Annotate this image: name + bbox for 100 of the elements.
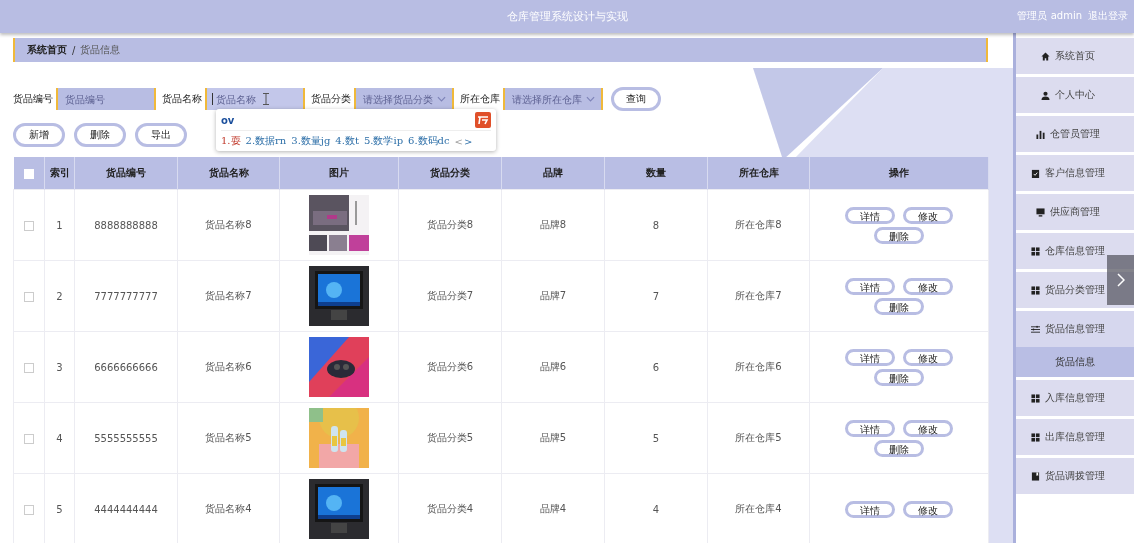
grid-icon xyxy=(1031,393,1040,403)
bars-icon xyxy=(1036,129,1045,139)
table-cell: 1 xyxy=(44,189,75,261)
ime-candidate[interactable]: 4.数t xyxy=(335,134,359,148)
user-icon xyxy=(1041,90,1050,100)
sidebar-item[interactable]: 货品信息管理 xyxy=(1016,311,1134,347)
home-icon xyxy=(1041,51,1050,61)
column-header: 品牌 xyxy=(501,157,605,190)
book-icon xyxy=(1031,471,1040,481)
row-action-button[interactable]: 修改 xyxy=(903,500,953,518)
breadcrumb-link[interactable]: 系统首页 xyxy=(27,43,67,57)
table-cell: 品牌7 xyxy=(501,260,605,332)
ime-candidate[interactable]: 1.耍 xyxy=(221,134,241,148)
input-field[interactable]: 货品编号 xyxy=(56,88,156,110)
table-cell: 8888888888 xyxy=(74,189,178,261)
row-action-button[interactable]: 详情 xyxy=(845,500,895,518)
table-cell: 品牌5 xyxy=(501,402,605,474)
table-cell: 货品分类6 xyxy=(398,331,502,403)
row-action-button[interactable]: 详情 xyxy=(845,419,895,437)
ime-candidate[interactable]: 6.数码dc xyxy=(408,134,450,148)
sidebar-item[interactable]: 供应商管理 xyxy=(1016,194,1134,230)
field-label: 货品名称 xyxy=(162,92,202,106)
row-checkbox[interactable] xyxy=(24,291,34,302)
chevron-down-icon xyxy=(586,96,595,102)
row-action-button[interactable]: 删除 xyxy=(874,439,924,457)
breadcrumb-separator: / xyxy=(72,44,76,56)
input-field[interactable]: 货品名称 xyxy=(205,88,305,110)
chevron-right-icon xyxy=(1116,273,1125,287)
sidebar-item[interactable]: 系统首页 xyxy=(1016,38,1134,74)
select-all-checkbox[interactable] xyxy=(23,168,34,179)
column-header: 货品编号 xyxy=(74,157,178,190)
chevron-down-icon xyxy=(437,96,446,102)
table-cell: 7777777777 xyxy=(74,260,178,332)
table-cell: 货品名称5 xyxy=(177,402,280,474)
row-action-button[interactable]: 修改 xyxy=(903,419,953,437)
table-cell: 所在仓库5 xyxy=(707,402,810,474)
ime-candidate[interactable]: 3.数量jg xyxy=(291,134,331,148)
row-action-button[interactable]: 修改 xyxy=(903,277,953,295)
sidebar-item[interactable]: 仓管员管理 xyxy=(1016,116,1134,152)
row-action-button[interactable]: 修改 xyxy=(903,348,953,366)
grid-icon xyxy=(1031,285,1040,295)
sidebar-item[interactable]: 个人中心 xyxy=(1016,77,1134,113)
table-cell: 货品分类8 xyxy=(398,189,502,261)
search-button[interactable]: 查询 xyxy=(611,87,661,111)
row-action-button[interactable]: 详情 xyxy=(845,348,895,366)
sidebar-item[interactable]: 客户信息管理 xyxy=(1016,155,1134,191)
sidebar-item[interactable]: 入库信息管理 xyxy=(1016,380,1134,416)
text-cursor-icon xyxy=(263,93,269,105)
ime-candidate[interactable]: 2.数据rn xyxy=(245,134,287,148)
next-page-button[interactable] xyxy=(1107,255,1134,305)
table-cell: 5 xyxy=(604,402,708,474)
row-action-button[interactable]: 修改 xyxy=(903,206,953,224)
table-cell: 5555555555 xyxy=(74,402,178,474)
table-cell: 所在仓库7 xyxy=(707,260,810,332)
table-cell: 7 xyxy=(604,260,708,332)
table-cell: 3 xyxy=(44,331,75,403)
action-button[interactable]: 新增 xyxy=(13,123,65,147)
grid-icon xyxy=(1031,432,1040,442)
row-checkbox[interactable] xyxy=(24,433,34,444)
monitor-icon xyxy=(1036,207,1045,217)
ime-logo-icon xyxy=(475,112,491,128)
grid-icon xyxy=(1031,246,1040,256)
sidebar-item[interactable]: 仓库信息管理 xyxy=(1016,233,1134,269)
ime-candidate[interactable]: 5.数学ip xyxy=(363,134,404,148)
field-label: 所在仓库 xyxy=(460,92,500,106)
sidebar-item[interactable]: 货品调拨管理 xyxy=(1016,458,1134,494)
row-action-button[interactable]: 删除 xyxy=(874,226,924,244)
field-label: 货品编号 xyxy=(13,92,53,106)
row-checkbox[interactable] xyxy=(24,362,34,373)
column-header: 图片 xyxy=(279,157,399,190)
sidebar-subitem[interactable]: 货品信息 xyxy=(1016,347,1134,377)
action-button[interactable]: 删除 xyxy=(74,123,126,147)
column-header: 所在仓库 xyxy=(707,157,810,190)
column-header: 货品名称 xyxy=(177,157,280,190)
breadcrumb-link[interactable]: 货品信息 xyxy=(80,43,121,57)
column-header: 索引 xyxy=(44,157,75,190)
row-action-button[interactable]: 详情 xyxy=(845,277,895,295)
column-header: 操作 xyxy=(809,157,989,190)
field-label: 货品分类 xyxy=(311,92,351,106)
column-header: 货品分类 xyxy=(398,157,502,190)
table-cell: 6 xyxy=(604,331,708,403)
row-checkbox[interactable] xyxy=(24,504,34,515)
select-field[interactable]: 请选择所在仓库 xyxy=(503,88,603,110)
column-header: 数量 xyxy=(604,157,708,190)
table-cell: 货品分类5 xyxy=(398,402,502,474)
table-cell: 货品分类7 xyxy=(398,260,502,332)
row-action-button[interactable]: 删除 xyxy=(874,297,924,315)
select-field[interactable]: 请选择货品分类 xyxy=(354,88,454,110)
table-cell: 货品名称6 xyxy=(177,331,280,403)
table-cell: 6666666666 xyxy=(74,331,178,403)
table-cell: 货品名称7 xyxy=(177,260,280,332)
row-action-button[interactable]: 删除 xyxy=(874,368,924,386)
sliders-icon xyxy=(1031,324,1040,334)
ime-next-page[interactable]: > xyxy=(464,135,473,147)
sidebar-item[interactable]: 出库信息管理 xyxy=(1016,419,1134,455)
row-checkbox[interactable] xyxy=(24,220,34,231)
action-button[interactable]: 导出 xyxy=(135,123,187,147)
table-cell: 品牌6 xyxy=(501,331,605,403)
row-action-button[interactable]: 详情 xyxy=(845,206,895,224)
table-cell: 货品名称8 xyxy=(177,189,280,261)
